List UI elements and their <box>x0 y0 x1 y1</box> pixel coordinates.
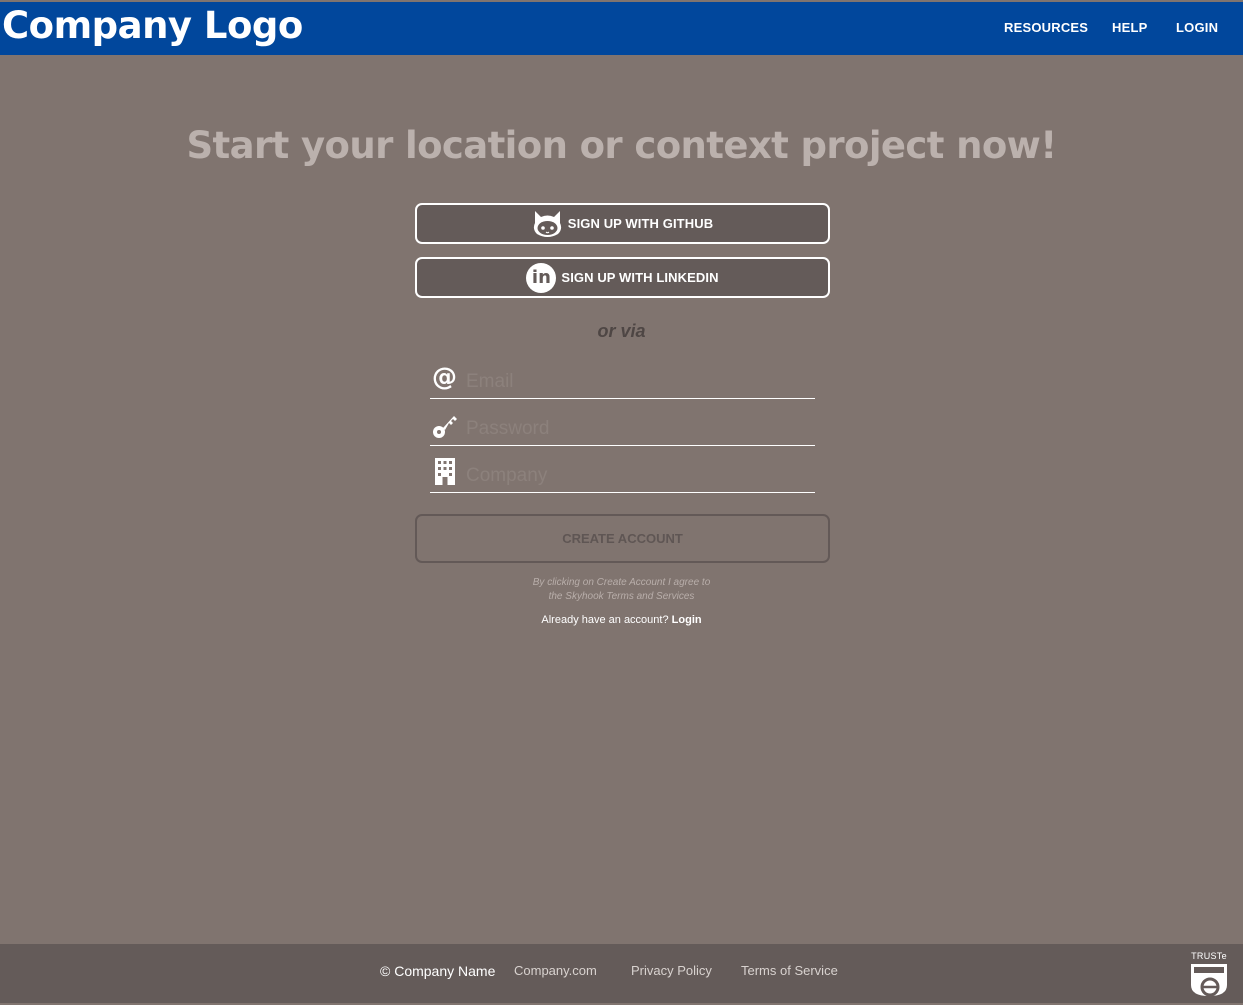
email-field: @ <box>430 359 815 399</box>
at-icon: @ <box>432 362 457 391</box>
or-via-divider: or via <box>597 321 646 341</box>
terms-text-line-1: By clicking on Create Account I agree to <box>532 577 711 588</box>
password-input[interactable] <box>466 416 806 442</box>
footer: © Company Name Company.com Privacy Polic… <box>0 944 1243 1003</box>
building-icon <box>435 458 455 485</box>
truste-badge[interactable]: TRUSTe <box>1188 951 1230 999</box>
footer-link-terms[interactable]: Terms of Service <box>741 963 838 978</box>
github-button-label: SIGN UP WITH GITHUB <box>567 216 714 231</box>
login-link[interactable]: Login <box>672 614 702 626</box>
page-title: Start your location or context project n… <box>186 124 1057 167</box>
password-field <box>430 406 815 446</box>
nav-resources[interactable]: RESOURCES <box>1004 20 1088 35</box>
company-field <box>430 453 815 493</box>
create-account-button[interactable]: CREATE ACCOUNT <box>415 514 830 563</box>
linkedin-button-label: SIGN UP WITH LINKEDIN <box>561 270 719 285</box>
linkedin-icon: in <box>526 262 557 293</box>
top-bar: Company Logo RESOURCES HELP LOGIN <box>0 2 1243 55</box>
truste-label: TRUSTe <box>1191 951 1227 961</box>
github-signup-button[interactable]: SIGN UP WITH GITHUB <box>415 203 830 244</box>
nav-help[interactable]: HELP <box>1112 20 1147 35</box>
nav-login[interactable]: LOGIN <box>1176 20 1218 35</box>
company-input[interactable] <box>466 463 806 489</box>
terms-text-line-2: the Skyhook Terms and Services <box>548 591 695 602</box>
already-have-account: Already have an account? Login <box>0 614 1243 626</box>
github-icon <box>533 210 561 237</box>
footer-link-privacy[interactable]: Privacy Policy <box>631 963 712 978</box>
already-text: Already have an account? <box>541 614 669 626</box>
footer-link-company[interactable]: Company.com <box>514 963 597 978</box>
right-edge-border <box>1243 0 1247 1005</box>
key-icon <box>433 416 457 438</box>
truste-icon <box>1191 964 1227 997</box>
email-input[interactable] <box>466 369 806 395</box>
footer-copyright: © Company Name <box>380 963 496 979</box>
linkedin-signup-button[interactable]: in SIGN UP WITH LINKEDIN <box>415 257 830 298</box>
company-logo[interactable]: Company Logo <box>2 4 303 47</box>
